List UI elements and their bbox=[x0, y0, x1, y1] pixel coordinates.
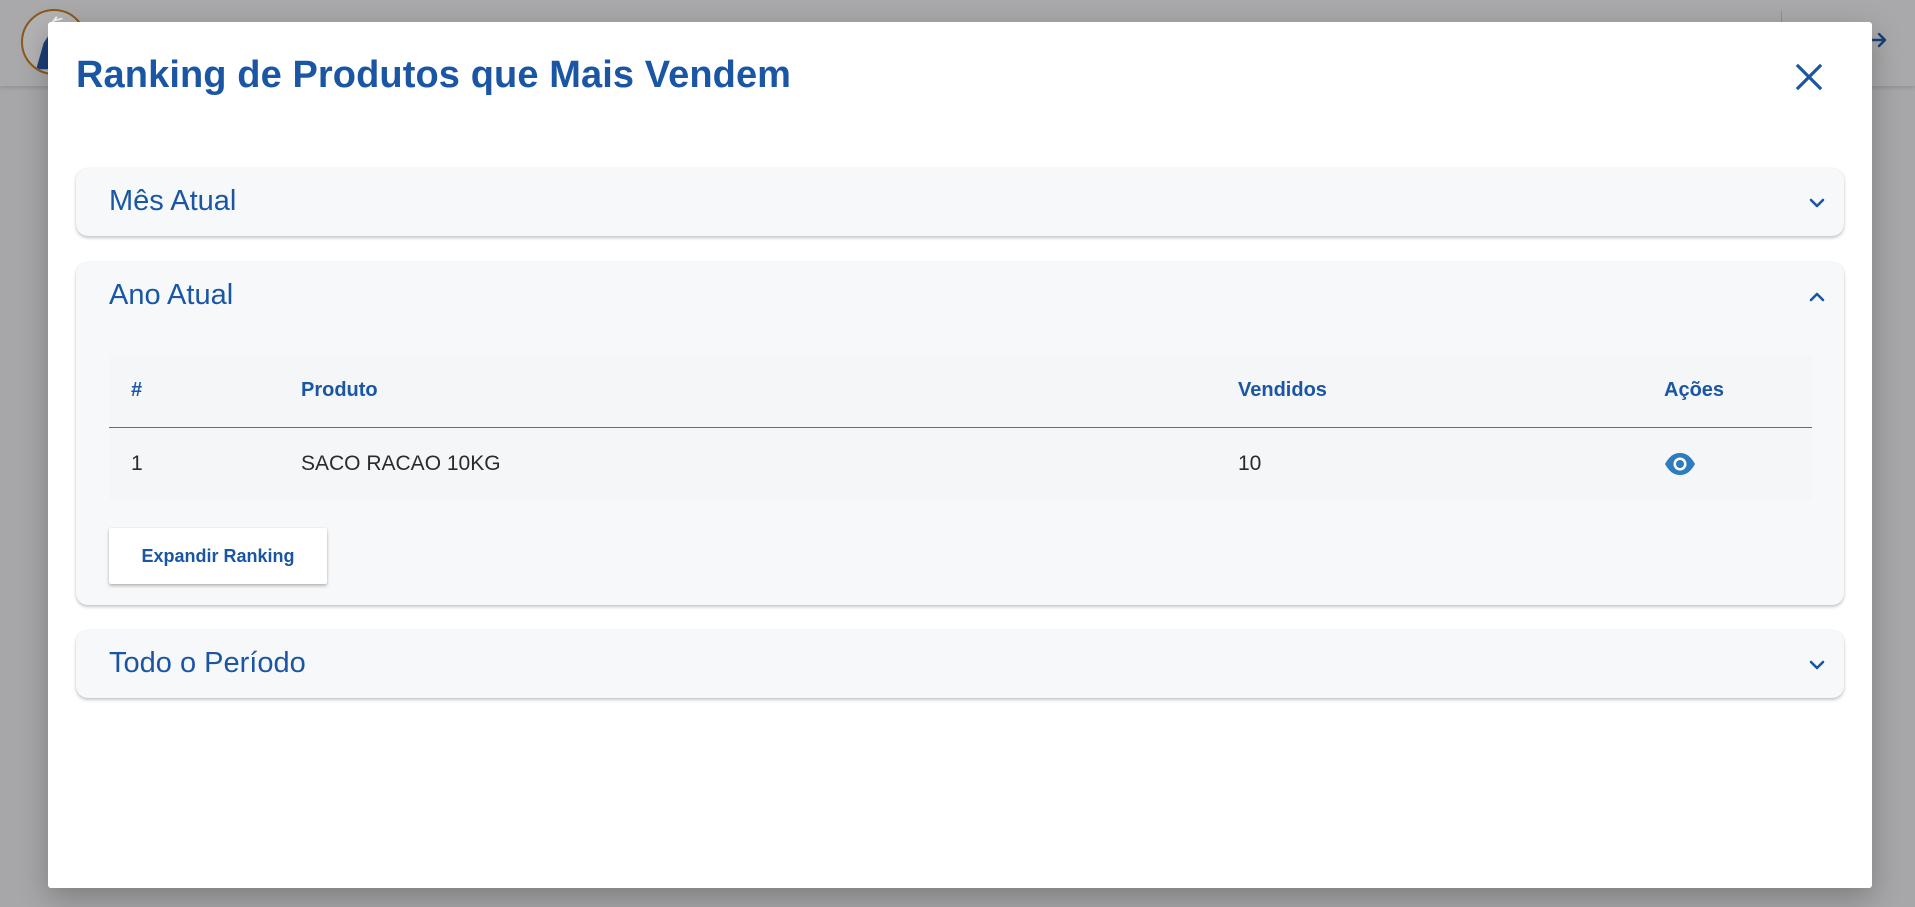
panel-header-todo-periodo[interactable]: Todo o Período bbox=[76, 630, 1844, 698]
modal-title: Ranking de Produtos que Mais Vendem bbox=[76, 54, 792, 96]
panel-header-ano-atual[interactable]: Ano Atual bbox=[76, 262, 1844, 330]
eye-icon[interactable] bbox=[1664, 448, 1696, 480]
column-header-rank: # bbox=[131, 379, 143, 401]
ranking-modal: Ranking de Produtos que Mais Vendem Mês … bbox=[48, 22, 1872, 888]
panel-mes-atual: Mês Atual bbox=[76, 168, 1844, 236]
column-header-actions: Ações bbox=[1664, 379, 1725, 401]
table-header: # Produto Vendidos Ações bbox=[109, 355, 1812, 428]
chevron-down-icon[interactable] bbox=[1807, 193, 1827, 213]
cell-rank: 1 bbox=[131, 452, 143, 475]
panel-title: Ano Atual bbox=[109, 279, 234, 311]
cell-sold: 10 bbox=[1238, 452, 1262, 475]
cell-product: SACO RACAO 10KG bbox=[301, 452, 501, 475]
ranking-table: # Produto Vendidos Ações 1 SACO RACAO 10… bbox=[109, 355, 1812, 500]
panel-ano-atual: Ano Atual # Produto Vendidos Ações 1 SAC… bbox=[76, 262, 1844, 605]
column-header-sold: Vendidos bbox=[1238, 379, 1327, 401]
panel-header-mes-atual[interactable]: Mês Atual bbox=[76, 168, 1844, 236]
chevron-down-icon[interactable] bbox=[1807, 655, 1827, 675]
panel-title: Mês Atual bbox=[109, 185, 237, 217]
column-header-product: Produto bbox=[301, 379, 378, 401]
expand-ranking-button[interactable]: Expandir Ranking bbox=[109, 528, 327, 584]
chevron-up-icon[interactable] bbox=[1807, 287, 1827, 307]
close-icon[interactable] bbox=[1792, 60, 1826, 94]
table-row: 1 SACO RACAO 10KG 10 bbox=[109, 428, 1812, 500]
panel-todo-periodo: Todo o Período bbox=[76, 630, 1844, 698]
panel-title: Todo o Período bbox=[109, 647, 306, 679]
